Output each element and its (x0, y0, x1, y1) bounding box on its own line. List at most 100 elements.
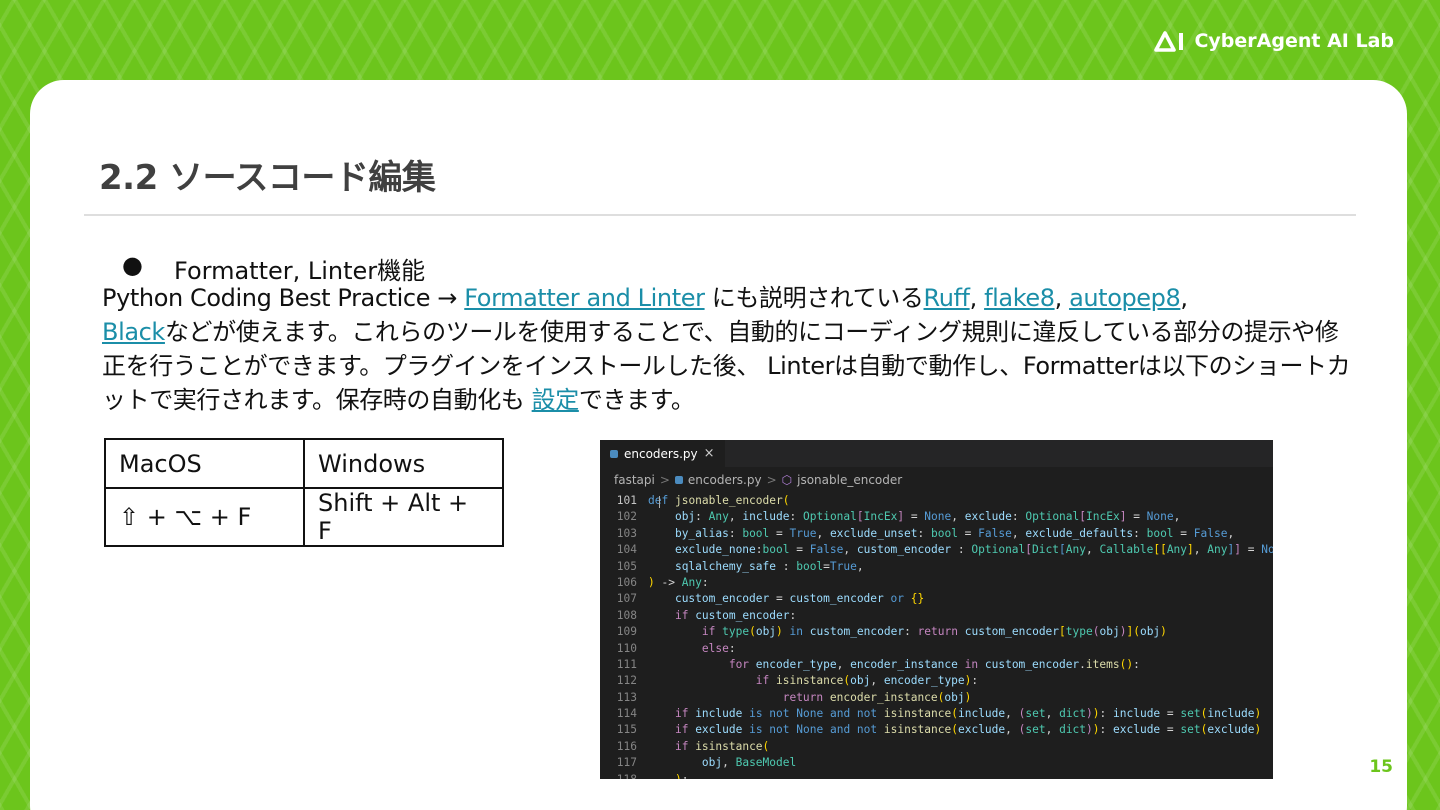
line-number: 104 (616, 543, 637, 557)
table-cell-macos-shortcut: ⇧ + ⌥ + F (104, 487, 305, 547)
editor-breadcrumb: fastapi > encoders.py > ⬡ jsonable_encod… (600, 467, 1273, 493)
code-line: 108 if custom_encoder: (600, 608, 1273, 624)
title-text: ソースコード編集 (157, 158, 436, 198)
editor-tab-bar: encoders.py × (600, 440, 1273, 467)
line-number: 108 (616, 608, 637, 622)
code-text: sqlalchemy_safe : bool=True, (674, 559, 864, 573)
symbol-method-icon: ⬡ (781, 473, 793, 487)
code-text: if type(obj) in custom_encoder: return c… (701, 625, 1167, 639)
code-text: else: (701, 641, 736, 655)
code-text: ) -> Any: (648, 575, 709, 589)
line-number: 103 (616, 526, 637, 540)
shortcut-table: MacOS Windows ⇧ + ⌥ + F Shift + Alt + F (104, 438, 504, 547)
line-number: 111 (616, 657, 637, 671)
line-number: 113 (616, 690, 637, 704)
line-number: 117 (616, 756, 637, 770)
line-number: 101 (616, 494, 637, 507)
code-text: if isinstance(obj, encoder_type): (755, 674, 979, 688)
code-line: 116 if isinstance( (600, 739, 1273, 755)
line-number: 107 (616, 592, 637, 606)
link-black[interactable]: Black (102, 318, 165, 346)
editor-tab[interactable]: encoders.py × (600, 440, 725, 467)
text-cursor (659, 496, 660, 508)
line-number: 116 (616, 739, 637, 753)
table-header-row: MacOS Windows (104, 438, 504, 489)
table-cell-windows-shortcut: Shift + Alt + F (303, 487, 504, 547)
title-number: 2.2 (99, 158, 158, 198)
code-line: 101 def jsonable_encoder( (600, 493, 1273, 509)
python-file-icon (610, 449, 618, 458)
para-comma: , (1054, 284, 1070, 312)
link-autopep8[interactable]: autopep8 (1069, 284, 1181, 312)
line-number: 106 (616, 575, 637, 589)
link-flake8[interactable]: flake8 (984, 284, 1055, 312)
para-mid: にも説明されている (704, 284, 924, 312)
code-text: by_alias: bool = True, exclude_unset: bo… (674, 526, 1235, 540)
para-prefix: Python Coding Best Practice → (102, 284, 465, 312)
code-text: obj: Any, include: Optional[IncEx] = Non… (674, 510, 1181, 524)
title-divider (84, 214, 1356, 216)
code-text: def jsonable_encoder( (648, 494, 790, 507)
code-line: 107 custom_encoder = custom_encoder or {… (600, 591, 1273, 607)
line-number: 109 (616, 625, 637, 639)
breadcrumb-item[interactable]: fastapi (614, 473, 655, 487)
line-number: 112 (616, 674, 637, 688)
cyberagent-logo-icon (1154, 31, 1184, 52)
link-settings[interactable]: 設定 (532, 386, 580, 414)
slide-card: 2.2 ソースコード編集 ● Formatter, Linter機能 Pytho… (30, 80, 1407, 810)
para-comma: , (1180, 284, 1188, 312)
code-line: 104 exclude_none:bool = False, custom_en… (600, 542, 1273, 558)
code-text: if isinstance( (674, 739, 770, 753)
description-paragraph: Python Coding Best Practice → Formatter … (102, 281, 1352, 417)
slide-title: 2.2 ソースコード編集 (99, 150, 436, 199)
close-icon[interactable]: × (704, 446, 715, 461)
line-number: 115 (616, 723, 637, 737)
table-header-cell: Windows (303, 438, 504, 489)
line-number: 102 (616, 510, 637, 524)
breadcrumb-item[interactable]: jsonable_encoder (797, 473, 902, 487)
breadcrumb-item[interactable]: encoders.py (688, 473, 762, 487)
code-line: 110 else: (600, 641, 1273, 657)
code-line: 106 ) -> Any: (600, 575, 1273, 591)
code-line: 118 ): (600, 772, 1273, 779)
breadcrumb-separator: > (766, 473, 777, 487)
code-text: ): (648, 772, 689, 779)
code-text: obj, BaseModel (701, 756, 797, 770)
line-number: 118 (600, 772, 648, 779)
code-line: 113 return encoder_instance(obj) (600, 690, 1273, 706)
brand-name: CyberAgent AI Lab (1194, 30, 1394, 52)
code-lines: 101 def jsonable_encoder( 102 obj: Any, i… (600, 493, 1273, 779)
code-line: 112 if isinstance(obj, encoder_type): (600, 673, 1273, 689)
code-text: custom_encoder = custom_encoder or {} (674, 592, 925, 606)
code-text: if custom_encoder: (674, 608, 797, 622)
page-number: 15 (1369, 757, 1393, 777)
code-line: 115 if exclude is not None and not isins… (600, 722, 1273, 738)
code-line: 102 obj: Any, include: Optional[IncEx] =… (600, 509, 1273, 525)
breadcrumb-separator: > (659, 473, 670, 487)
table-row: ⇧ + ⌥ + F Shift + Alt + F (104, 487, 504, 547)
para-end: できます。 (578, 386, 695, 414)
code-line: 117 obj, BaseModel (600, 755, 1273, 771)
link-formatter-and-linter[interactable]: Formatter and Linter (464, 284, 705, 312)
code-line: 114 if include is not None and not isins… (600, 706, 1273, 722)
line-number: 105 (616, 559, 637, 573)
code-line: 103 by_alias: bool = True, exclude_unset… (600, 526, 1273, 542)
code-line: 105 sqlalchemy_safe : bool=True, (600, 559, 1273, 575)
code-screenshot: encoders.py × fastapi > encoders.py > ⬡ … (600, 440, 1273, 779)
para-body: などが使えます。これらのツールを使用することで、自動的にコーディング規則に違反し… (102, 318, 1351, 414)
code-text: return encoder_instance(obj) (782, 690, 972, 704)
para-comma: , (969, 284, 985, 312)
line-number: 110 (616, 641, 637, 655)
code-text: if exclude is not None and not isinstanc… (674, 723, 1262, 737)
line-number: 114 (616, 707, 637, 721)
link-ruff[interactable]: Ruff (924, 284, 971, 312)
code-line: 109 if type(obj) in custom_encoder: retu… (600, 624, 1273, 640)
python-file-icon (674, 476, 683, 484)
tab-label: encoders.py (624, 446, 698, 461)
code-line: 111 for encoder_type, encoder_instance i… (600, 657, 1273, 673)
table-header-cell: MacOS (104, 438, 305, 489)
code-text: for encoder_type, encoder_instance in cu… (728, 657, 1140, 671)
code-text: if include is not None and not isinstanc… (674, 707, 1262, 721)
logo: CyberAgent AI Lab (1154, 30, 1394, 52)
code-text: exclude_none:bool = False, custom_encode… (674, 543, 1273, 557)
